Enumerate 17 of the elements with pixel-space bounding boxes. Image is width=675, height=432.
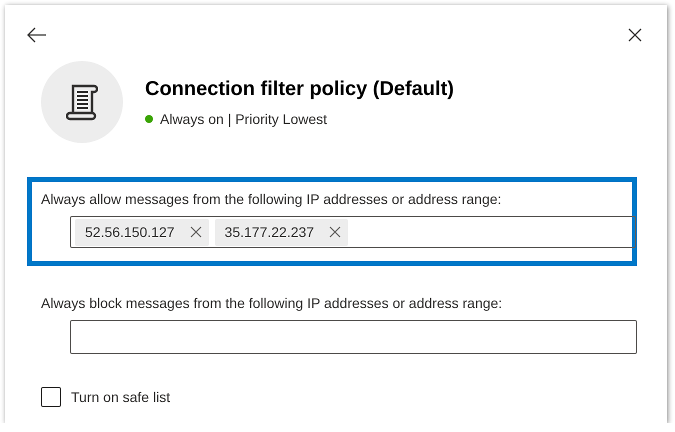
safe-list-checkbox[interactable] (41, 387, 61, 407)
checkbox-label: Turn on safe list (71, 389, 170, 405)
close-icon (329, 226, 342, 238)
status-text: Always on | Priority Lowest (160, 110, 328, 126)
ip-input-field[interactable]: 52.56.150.127 35.177.22.237 (70, 216, 636, 248)
close-icon (628, 28, 642, 42)
field-label: Always allow messages from the following IP addresses or address range: (41, 191, 502, 207)
scroll-icon (66, 83, 98, 121)
ip-address: 35.177.22.237 (224, 224, 314, 240)
ip-input-field[interactable] (70, 320, 637, 354)
close-icon (190, 226, 202, 238)
remove-button[interactable] (328, 225, 342, 239)
policy-title: Connection filter policy (Default) (145, 78, 454, 100)
remove-button[interactable] (188, 225, 203, 239)
back-arrow-icon (27, 27, 47, 43)
ip-address: 52.56.150.127 (85, 224, 175, 240)
field-label: Always block messages from the following IP addresses or address range: (41, 295, 504, 311)
